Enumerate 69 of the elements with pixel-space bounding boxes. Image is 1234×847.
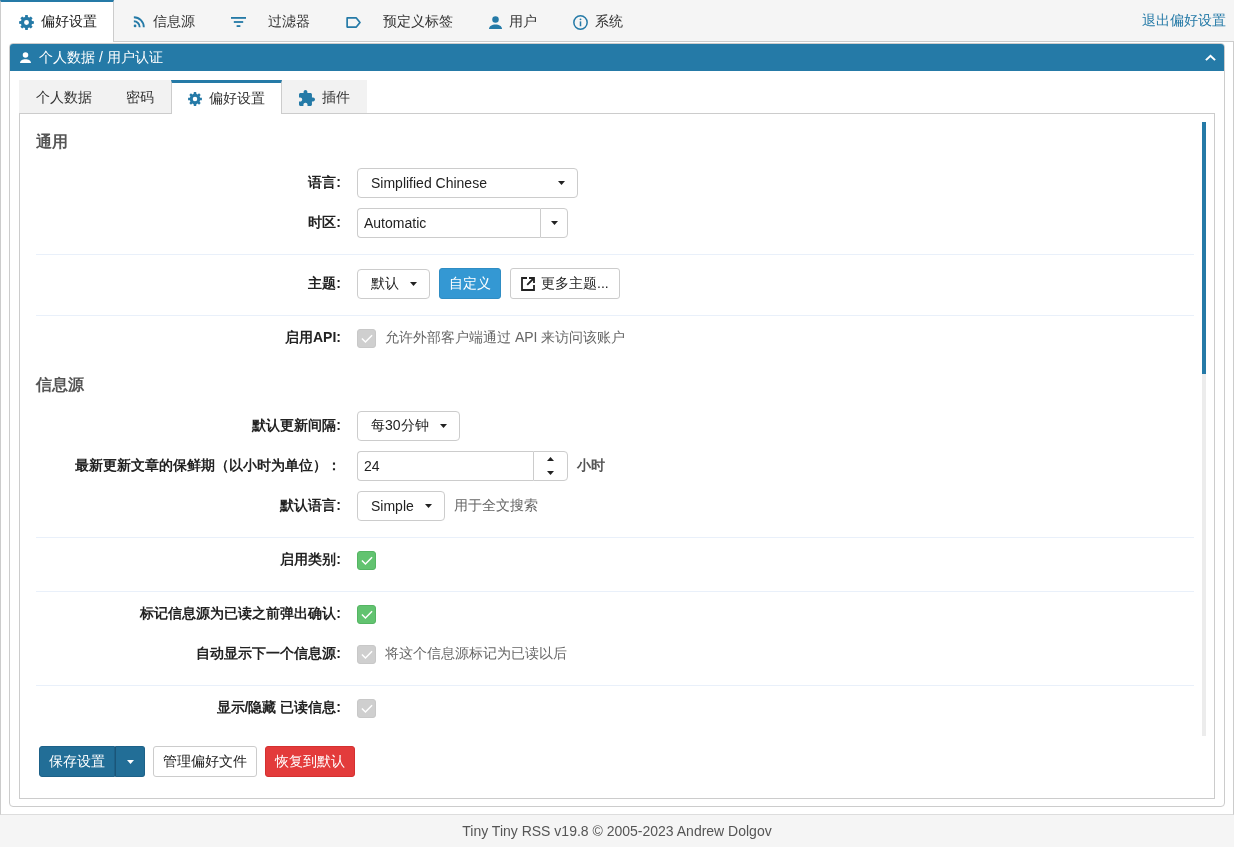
button[interactable]: 恢复到默认 xyxy=(265,746,355,777)
caret-icon xyxy=(410,281,417,286)
section-heading: 信息源 xyxy=(36,375,85,395)
button[interactable]: 保存设置 xyxy=(39,746,115,777)
button[interactable]: 管理偏好文件 xyxy=(153,746,257,777)
dropdown-toggle[interactable] xyxy=(115,746,145,777)
field-label: 默认更新间隔: xyxy=(250,417,341,435)
caret-icon xyxy=(547,471,554,475)
info-icon xyxy=(573,14,588,30)
field-label: 主题: xyxy=(307,274,341,293)
scrollbar[interactable] xyxy=(1202,122,1206,736)
select-dropdown[interactable]: 每30分钟 xyxy=(357,411,460,441)
chevron-up-icon[interactable] xyxy=(1205,54,1216,61)
caret-icon xyxy=(558,181,565,185)
field-label: 自动显示下一个信息源: xyxy=(195,645,341,663)
nav-tab[interactable]: 预定义标签 xyxy=(327,0,470,42)
user-icon xyxy=(489,15,502,29)
tag-icon xyxy=(346,16,361,28)
link-button[interactable]: 更多主题... xyxy=(510,268,620,299)
field-label: 语言: xyxy=(306,174,341,192)
nav-tab[interactable]: 信息源 xyxy=(114,0,212,42)
filter-icon xyxy=(231,17,246,27)
caret-icon xyxy=(550,221,558,225)
field-label: 标记信息源为已读之前弹出确认: xyxy=(139,605,341,623)
puzzle-icon xyxy=(299,90,315,106)
check-icon xyxy=(360,333,373,343)
hint-text: 用于全文搜索 xyxy=(453,497,538,515)
scrollbar-thumb[interactable] xyxy=(1202,122,1206,374)
nav-tab[interactable]: 过滤器 xyxy=(212,0,327,42)
caret-icon xyxy=(439,424,447,428)
rss-icon xyxy=(133,16,145,28)
select-dropdown[interactable]: Simplified Chinese xyxy=(357,168,578,198)
exit-link[interactable]: 退出偏好设置 xyxy=(1142,11,1226,30)
nav-tab[interactable]: 用户 xyxy=(470,0,554,42)
checkbox[interactable] xyxy=(357,604,376,624)
tab[interactable]: 个人数据 xyxy=(19,80,109,113)
section-heading: 通用 xyxy=(36,132,69,152)
input-field[interactable]: Automatic xyxy=(357,208,540,238)
tab[interactable]: 插件 xyxy=(282,80,367,113)
caret-icon xyxy=(424,504,432,508)
select-dropdown[interactable]: 默认 xyxy=(357,268,430,299)
footer-text: Tiny Tiny RSS v19.8 © 2005-2023 Andrew Dolgov xyxy=(462,823,772,839)
hint-text: 允许外部客户端通过 API 来访问该账户 xyxy=(385,329,626,347)
external-link-icon xyxy=(521,276,535,291)
checkbox[interactable] xyxy=(357,550,376,570)
select-dropdown[interactable]: Simple xyxy=(357,491,445,521)
user-icon xyxy=(20,52,31,63)
gear-icon xyxy=(19,14,34,30)
check-icon xyxy=(360,555,373,565)
gear-icon xyxy=(188,91,202,106)
field-label: 默认语言: xyxy=(278,497,341,515)
check-icon xyxy=(360,649,373,659)
caret-up-icon xyxy=(547,457,554,461)
check-icon xyxy=(360,703,373,713)
field-label: 启用类别: xyxy=(279,551,341,569)
unit-label: 小时 xyxy=(577,457,605,475)
field-label: 启用API: xyxy=(284,329,341,347)
check-icon xyxy=(360,609,373,619)
nav-tab[interactable]: 偏好设置 xyxy=(0,0,114,42)
number-field[interactable]: 24 xyxy=(357,451,533,481)
panel-title: 个人数据 / 用户认证 xyxy=(39,48,163,67)
tab[interactable]: 密码 xyxy=(109,80,171,113)
tab[interactable]: 偏好设置 xyxy=(171,80,282,114)
hint-text: 将这个信息源标记为已读以后 xyxy=(385,645,567,663)
nav-tab[interactable]: 系统 xyxy=(554,0,640,42)
field-label: 最新更新文章的保鲜期（以小时为单位）： xyxy=(74,457,341,475)
field-label: 显示/隐藏 已读信息: xyxy=(215,699,341,717)
field-label: 时区: xyxy=(307,214,341,232)
caret-icon xyxy=(126,759,134,764)
